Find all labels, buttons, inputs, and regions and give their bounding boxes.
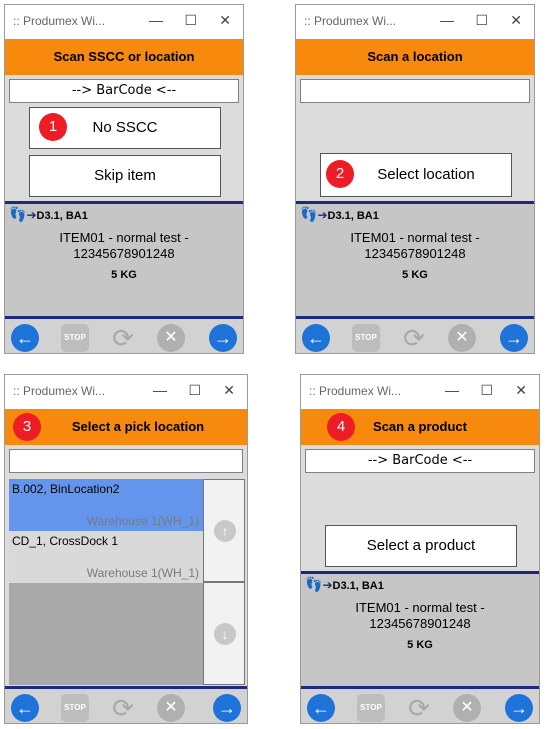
window-3: :: Produmex Wi... — ☐ ✕ Select a pick lo… xyxy=(4,374,248,724)
refresh-icon[interactable]: ⟳ xyxy=(405,694,433,722)
scroll-up-button[interactable]: ↑ xyxy=(203,479,245,582)
next-arrow-icon[interactable]: → xyxy=(213,694,241,722)
window-1: :: Produmex Wi... — ☐ ✕ Scan SSCC or loc… xyxy=(4,4,244,354)
next-arrow-icon[interactable]: → xyxy=(209,324,237,352)
quantity-label: 5 KG xyxy=(111,269,137,281)
screen-header: Scan a location xyxy=(296,39,534,75)
bottom-toolbar: ← STOP ⟳ ✕ → xyxy=(296,316,534,353)
location-label: 👣➔D3.1, BA1 xyxy=(9,206,88,222)
window-2: :: Produmex Wi... — ☐ ✕ Scan a location … xyxy=(295,4,535,354)
maximize-icon[interactable]: ☐ xyxy=(184,12,197,29)
skip-item-button[interactable]: Skip item xyxy=(29,155,221,197)
location-label: 👣➔D3.1, BA1 xyxy=(300,206,379,222)
bottom-toolbar: ← STOP ⟳ ✕ → xyxy=(5,316,243,353)
stop-icon[interactable]: STOP xyxy=(352,324,380,352)
screen-header: Select a pick location xyxy=(5,409,247,445)
list-item[interactable]: CD_1, CrossDock 1 Warehouse 1(WH_1) xyxy=(9,531,203,583)
cancel-icon[interactable]: ✕ xyxy=(157,694,185,722)
minimize-icon[interactable]: — xyxy=(153,382,167,398)
next-arrow-icon[interactable]: → xyxy=(500,324,528,352)
cancel-icon[interactable]: ✕ xyxy=(157,324,185,352)
arrow-up-icon: ↑ xyxy=(214,520,236,542)
title-bar: :: Produmex Wi... — ☐ ✕ xyxy=(5,375,247,409)
location-label: 👣➔D3.1, BA1 xyxy=(305,576,384,592)
back-arrow-icon[interactable]: ← xyxy=(307,694,335,722)
arrow-icon: ➔ xyxy=(322,578,333,592)
cancel-icon[interactable]: ✕ xyxy=(453,694,481,722)
title-bar: :: Produmex Wi... — ☐ ✕ xyxy=(296,5,534,39)
item-description: ITEM01 - normal test -12345678901248 xyxy=(350,230,480,261)
item-info-panel: 👣➔D3.1, BA1 ITEM01 - normal test -123456… xyxy=(296,201,534,318)
bottom-toolbar: ← STOP ⟳ ✕ → xyxy=(5,686,247,723)
close-icon[interactable]: ✕ xyxy=(510,12,522,29)
item-info-panel: 👣➔D3.1, BA1 ITEM01 - normal test -123456… xyxy=(5,201,243,318)
window-title: :: Produmex Wi... xyxy=(13,384,106,398)
close-icon[interactable]: ✕ xyxy=(223,382,235,399)
step-badge: 2 xyxy=(326,160,354,188)
footsteps-icon: 👣 xyxy=(300,206,318,222)
bottom-toolbar: ← STOP ⟳ ✕ → xyxy=(301,686,539,723)
refresh-icon[interactable]: ⟳ xyxy=(109,324,137,352)
cancel-icon[interactable]: ✕ xyxy=(448,324,476,352)
quantity-label: 5 KG xyxy=(402,269,428,281)
arrow-icon: ➔ xyxy=(317,208,328,222)
maximize-icon[interactable]: ☐ xyxy=(188,382,201,399)
stop-icon[interactable]: STOP xyxy=(357,694,385,722)
quantity-label: 5 KG xyxy=(407,639,433,651)
item-info-panel: 👣➔D3.1, BA1 ITEM01 - normal test -123456… xyxy=(301,571,539,688)
minimize-icon[interactable]: — xyxy=(445,382,459,398)
window-title: :: Produmex Wi... xyxy=(309,384,402,398)
arrow-icon: ➔ xyxy=(26,208,37,222)
select-product-button[interactable]: Select a product xyxy=(325,525,517,567)
step-badge: 4 xyxy=(327,413,355,441)
back-arrow-icon[interactable]: ← xyxy=(11,694,39,722)
stop-icon[interactable]: STOP xyxy=(61,324,89,352)
list-item[interactable]: B.002, BinLocation2 Warehouse 1(WH_1) xyxy=(9,479,203,531)
barcode-input[interactable]: --> BarCode <-- xyxy=(305,449,535,473)
barcode-input[interactable] xyxy=(300,79,530,103)
window-4: :: Produmex Wi... — ☐ ✕ Scan a product 4… xyxy=(300,374,540,724)
stop-icon[interactable]: STOP xyxy=(61,694,89,722)
search-input[interactable] xyxy=(9,449,243,473)
minimize-icon[interactable]: — xyxy=(149,12,163,28)
title-bar: :: Produmex Wi... — ☐ ✕ xyxy=(301,375,539,409)
item-description: ITEM01 - normal test -12345678901248 xyxy=(355,600,485,631)
step-badge: 1 xyxy=(39,113,67,141)
back-arrow-icon[interactable]: ← xyxy=(302,324,330,352)
window-title: :: Produmex Wi... xyxy=(304,14,397,28)
back-arrow-icon[interactable]: ← xyxy=(11,324,39,352)
window-title: :: Produmex Wi... xyxy=(13,14,106,28)
location-list: B.002, BinLocation2 Warehouse 1(WH_1) CD… xyxy=(9,479,203,685)
close-icon[interactable]: ✕ xyxy=(219,12,231,29)
footsteps-icon: 👣 xyxy=(305,576,323,592)
close-icon[interactable]: ✕ xyxy=(515,382,527,399)
refresh-icon[interactable]: ⟳ xyxy=(400,324,428,352)
maximize-icon[interactable]: ☐ xyxy=(480,382,493,399)
scroll-down-button[interactable]: ↓ xyxy=(203,582,245,685)
barcode-input[interactable]: --> BarCode <-- xyxy=(9,79,239,103)
maximize-icon[interactable]: ☐ xyxy=(475,12,488,29)
title-bar: :: Produmex Wi... — ☐ ✕ xyxy=(5,5,243,39)
minimize-icon[interactable]: — xyxy=(440,12,454,28)
footsteps-icon: 👣 xyxy=(9,206,27,222)
arrow-down-icon: ↓ xyxy=(214,623,236,645)
item-description: ITEM01 - normal test -12345678901248 xyxy=(59,230,189,261)
next-arrow-icon[interactable]: → xyxy=(505,694,533,722)
step-badge: 3 xyxy=(13,413,41,441)
refresh-icon[interactable]: ⟳ xyxy=(109,694,137,722)
screen-header: Scan SSCC or location xyxy=(5,39,243,75)
